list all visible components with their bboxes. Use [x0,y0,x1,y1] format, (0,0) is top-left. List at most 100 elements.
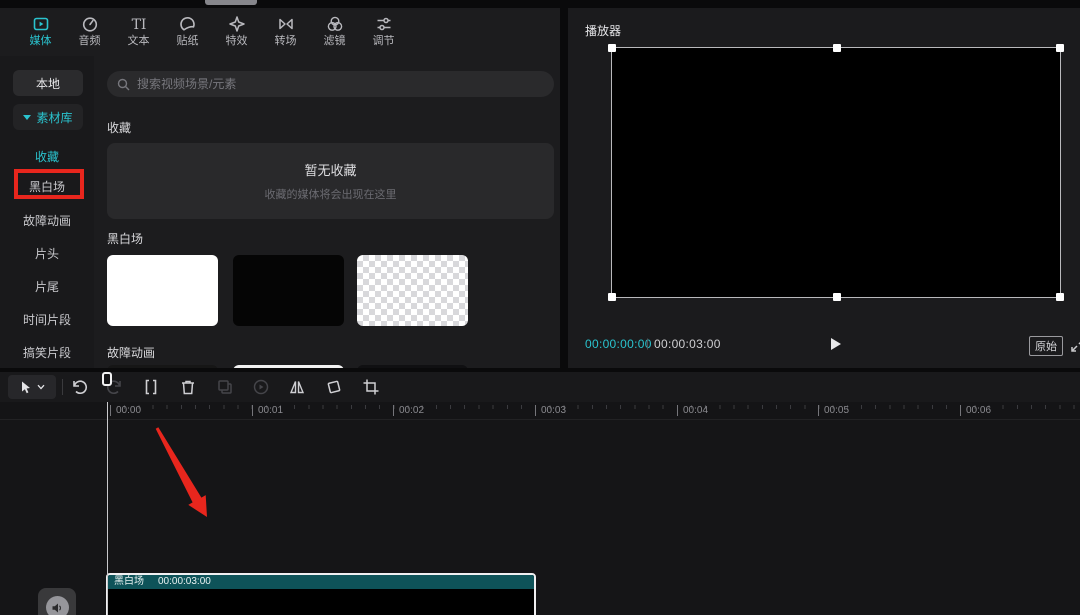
clip-name: 黑白场 [114,577,144,587]
glitch-thumb-3[interactable]: 0001 [357,365,468,368]
total-time: 00:00:03:00 [654,337,721,351]
track-mute-button[interactable] [38,588,76,615]
library-label: 素材库 [36,109,72,126]
glitch-thumb-2[interactable]: 0001 [233,365,344,368]
handle-bottom-center[interactable] [833,293,841,301]
library-sidebar: 本地 素材库 收藏 黑白场 故障动画 片头 片尾 时间片段 搞笑片段 [0,56,94,368]
tab-transition-label: 转场 [275,36,297,47]
bw-thumb-white[interactable] [107,255,218,326]
player-panel: 播放器 00:00:00:00 | 00:00:03:00 原始 [568,8,1080,368]
ruler-label-6: 00:06 [960,405,991,416]
media-icon [31,14,51,34]
sidebar-item-time-segment[interactable]: 时间片段 [0,311,94,328]
copy-icon[interactable] [216,378,234,396]
timeline-toolbar [0,372,1080,402]
speaker-icon [46,596,69,615]
sidebar-item-bw-field[interactable]: 黑白场 [0,178,94,195]
sidebar-item-intro[interactable]: 片头 [0,245,94,262]
bw-section-header: 黑白场 [107,230,143,247]
select-tool-button[interactable] [8,375,56,399]
clip-duration: 00:00:03:00 [158,577,211,587]
play-button[interactable] [826,335,844,353]
timeline-clip-bw-field[interactable]: 黑白场 00:00:03:00 [106,573,536,615]
search-icon [117,78,130,91]
tab-text-label: 文本 [128,36,150,47]
bw-thumb-black[interactable] [233,255,344,326]
transition-icon [276,14,296,34]
tab-filter-label: 滤镜 [324,36,346,47]
sidebar-item-local[interactable]: 本地 [13,70,83,96]
playhead-handle[interactable] [102,372,112,386]
text-icon: TI [129,14,149,34]
chevron-down-icon [37,384,45,390]
glitch-thumb-1[interactable]: 0001 [107,365,218,368]
handle-bottom-right[interactable] [1056,293,1064,301]
adjust-icon [374,14,394,34]
favorites-header: 收藏 [107,119,131,136]
clip-header: 黑白场 00:00:03:00 [108,575,534,589]
tab-adjust[interactable]: 调节 [359,8,408,52]
filter-icon [325,14,345,34]
titlebar-highlight [205,0,257,5]
video-preview[interactable] [611,47,1061,298]
cursor-icon [19,380,33,394]
sidebar-item-funny-segment[interactable]: 搞笑片段 [0,344,94,361]
svg-text:TI: TI [131,17,146,33]
delete-icon[interactable] [179,378,197,396]
fullscreen-icon[interactable] [1070,337,1080,353]
player-title: 播放器 [585,22,621,39]
split-icon[interactable] [142,378,160,396]
favorites-empty-card: 暂无收藏 收藏的媒体将会出现在这里 [107,143,554,219]
handle-top-right[interactable] [1056,44,1064,52]
tab-audio[interactable]: 音频 [65,8,114,52]
tab-text[interactable]: TI 文本 [114,8,163,52]
rotate-icon[interactable] [325,378,343,396]
current-time: 00:00:00:00 [585,337,652,351]
sidebar-item-favorites[interactable]: 收藏 [0,148,94,165]
toolbar-divider [62,379,63,395]
search-input[interactable] [137,77,517,91]
ruler-label-5: 00:05 [818,405,849,416]
glitch-section-header: 故障动画 [107,344,155,361]
handle-top-center[interactable] [833,44,841,52]
tab-media-label: 媒体 [30,36,52,47]
tab-filter[interactable]: 滤镜 [310,8,359,52]
tab-effects[interactable]: 特效 [212,8,261,52]
effects-icon [227,14,247,34]
player-controls: 00:00:00:00 | 00:00:03:00 原始 [568,334,1080,354]
original-quality-button[interactable]: 原始 [1029,336,1063,356]
tab-media[interactable]: 媒体 [16,8,65,52]
freeze-frame-icon[interactable] [252,378,270,396]
handle-bottom-left[interactable] [608,293,616,301]
favorites-empty-title: 暂无收藏 [304,160,356,179]
sidebar-item-library[interactable]: 素材库 [13,104,83,130]
search-bar[interactable] [107,71,554,97]
timeline-panel: 00:00 00:01 00:02 00:03 00:04 00:05 00:0… [0,372,1080,615]
crop-icon[interactable] [362,378,380,396]
undo-icon[interactable] [70,378,88,396]
handle-top-left[interactable] [608,44,616,52]
tab-adjust-label: 调节 [373,36,395,47]
tab-audio-label: 音频 [79,36,101,47]
ruler-label-1: 00:01 [252,405,283,416]
bw-thumb-transparent[interactable] [357,255,468,326]
mirror-icon[interactable] [288,378,306,396]
audio-icon [80,14,100,34]
sticker-icon [178,14,198,34]
sidebar-item-outro[interactable]: 片尾 [0,278,94,295]
tab-effects-label: 特效 [226,36,248,47]
timeline-ruler[interactable]: 00:00 00:01 00:02 00:03 00:04 00:05 00:0… [0,402,1080,420]
local-label: 本地 [36,75,60,92]
media-panel: 媒体 音频 TI 文本 贴纸 特效 转场 [0,8,560,368]
ruler-label-3: 00:03 [535,405,566,416]
ruler-label-2: 00:02 [393,405,424,416]
ruler-label-4: 00:04 [677,405,708,416]
track-area[interactable]: 黑白场 00:00:03:00 [0,421,1080,615]
chevron-down-icon [23,115,31,120]
titlebar-strip [0,0,1080,8]
tab-sticker[interactable]: 贴纸 [163,8,212,52]
library-content: 收藏 暂无收藏 收藏的媒体将会出现在这里 黑白场 故障动画 0001 0001 … [94,56,560,368]
favorites-empty-subtitle: 收藏的媒体将会出现在这里 [265,186,397,202]
sidebar-item-glitch[interactable]: 故障动画 [0,212,94,229]
tab-transition[interactable]: 转场 [261,8,310,52]
